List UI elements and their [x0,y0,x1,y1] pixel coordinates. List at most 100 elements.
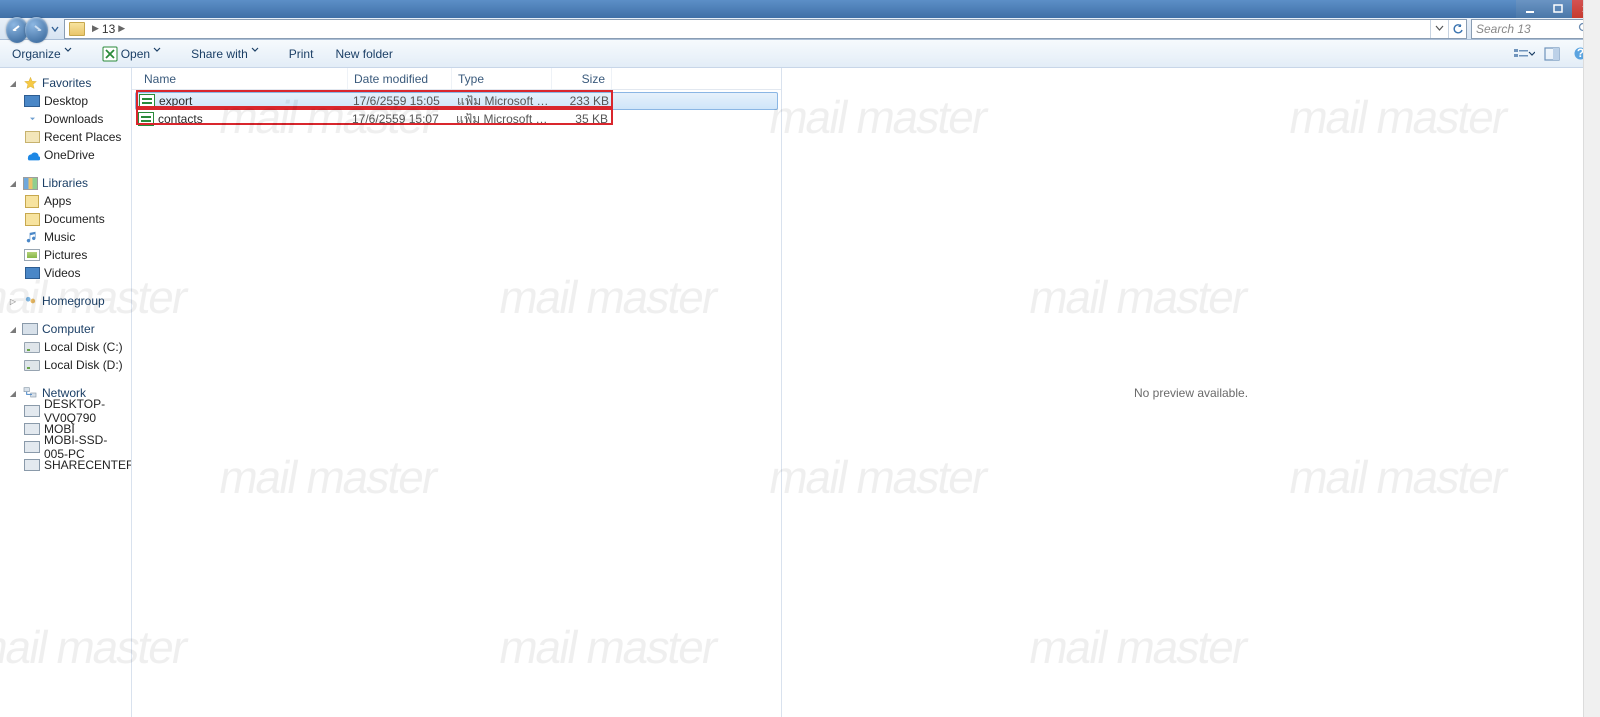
sidebar-item-label: Desktop [44,94,88,108]
maximize-icon [1553,4,1563,14]
expand-icon[interactable]: ▷ [8,296,18,306]
sidebar-homegroup[interactable]: ▷ Homegroup [0,292,131,310]
main-area: ◢ Favorites Desktop Downloads Recent Pla… [0,68,1600,717]
minimize-icon [1525,4,1535,14]
pc-icon [24,459,40,471]
search-input[interactable]: Search 13 [1471,19,1596,39]
preview-empty-text: No preview available. [1134,386,1248,400]
sidebar-item-local-disk-d[interactable]: Local Disk (D:) [0,356,131,374]
drive-icon [24,360,40,371]
print-button[interactable]: Print [285,40,318,67]
sidebar-item-network-pc[interactable]: DESKTOP-VV0Q790 [0,402,131,420]
column-header-name[interactable]: Name [138,68,348,89]
excel-file-icon [139,94,155,108]
sidebar-item-network-pc[interactable]: SHARECENTER1 [0,456,131,474]
nav-forward-button[interactable] [25,17,47,43]
preview-pane-button[interactable] [1540,43,1564,65]
sidebar-item-label: Documents [44,212,105,226]
view-options-button[interactable] [1512,43,1536,65]
collapse-icon[interactable]: ◢ [8,388,18,398]
sidebar-item-label: Downloads [44,112,103,126]
chevron-down-icon [1435,24,1444,33]
collapse-icon[interactable]: ◢ [8,178,18,188]
apps-icon [25,195,39,208]
sidebar-item-documents[interactable]: Documents [0,210,131,228]
file-size-cell: 233 KB [551,94,609,108]
sidebar-item-label: Music [44,230,75,244]
sidebar-item-label: Local Disk (D:) [44,358,123,372]
pc-icon [24,423,40,435]
print-label: Print [289,47,314,61]
chevron-down-icon [50,24,60,34]
vertical-scrollbar[interactable] [1583,0,1600,717]
view-icon [1513,47,1528,61]
folder-icon [69,22,85,36]
command-toolbar: Organize Open Share with Print New folde… [0,40,1600,68]
file-row[interactable]: export 17/6/2559 15:05 แฟ้ม Microsoft Ex… [135,92,778,110]
arrow-left-icon [10,17,24,31]
sidebar-computer-label: Computer [42,322,95,336]
refresh-button[interactable] [1448,20,1466,38]
sidebar-item-label: Apps [44,194,71,208]
open-button[interactable]: Open [98,40,173,67]
sidebar-favorites[interactable]: ◢ Favorites [0,74,131,92]
refresh-icon [1452,23,1464,35]
videos-icon [25,267,40,279]
sidebar-item-label: DESKTOP-VV0Q790 [44,397,127,425]
nav-history-dropdown[interactable] [50,23,60,35]
organize-label: Organize [12,47,61,61]
breadcrumb-sep-icon[interactable]: ▶ [118,23,125,34]
column-header-type[interactable]: Type [452,68,552,89]
address-breadcrumb[interactable]: ▶ 13 ▶ [64,19,1467,39]
sidebar-item-label: Videos [44,266,80,280]
chevron-down-icon [153,46,169,62]
sidebar-item-music[interactable]: Music [0,228,131,246]
excel-file-icon [138,112,154,126]
sidebar-computer[interactable]: ◢ Computer [0,320,131,338]
file-size-cell: 35 KB [550,112,608,126]
sidebar-item-network-pc[interactable]: MOBI-SSD-005-PC [0,438,131,456]
sidebar-item-pictures[interactable]: Pictures [0,246,131,264]
star-icon [22,75,38,91]
sidebar-item-apps[interactable]: Apps [0,192,131,210]
sidebar-item-recent-places[interactable]: Recent Places [0,128,131,146]
window-minimize-button[interactable] [1516,0,1544,18]
file-row[interactable]: contacts 17/6/2559 15:07 แฟ้ม Microsoft … [132,110,781,128]
column-header-date[interactable]: Date modified [348,68,452,89]
address-dropdown-button[interactable] [1430,20,1448,38]
sidebar-item-desktop[interactable]: Desktop [0,92,131,110]
preview-pane: No preview available. [782,68,1600,717]
arrow-right-icon [30,17,44,31]
share-with-menu[interactable]: Share with [187,40,271,67]
sidebar-item-videos[interactable]: Videos [0,264,131,282]
chevron-down-icon [251,46,267,62]
window-maximize-button[interactable] [1544,0,1572,18]
organize-menu[interactable]: Organize [8,40,84,67]
nav-buttons [0,15,60,43]
collapse-icon[interactable]: ◢ [8,78,18,88]
computer-icon [22,323,38,335]
address-bar-row: ▶ 13 ▶ Search 13 [0,18,1600,40]
sidebar-libraries-label: Libraries [42,176,88,190]
libraries-icon [23,177,38,190]
sidebar-item-label: Recent Places [44,130,121,144]
sidebar-item-label: Local Disk (C:) [44,340,123,354]
breadcrumb-sep-icon: ▶ [92,23,99,34]
sidebar-item-onedrive[interactable]: OneDrive [0,146,131,164]
window-titlebar [0,0,1600,18]
sidebar-libraries[interactable]: ◢ Libraries [0,174,131,192]
navigation-pane: ◢ Favorites Desktop Downloads Recent Pla… [0,68,132,717]
sidebar-item-local-disk-c[interactable]: Local Disk (C:) [0,338,131,356]
column-header-size[interactable]: Size [552,68,612,89]
open-label: Open [121,47,150,61]
onedrive-icon [24,147,40,163]
desktop-icon [24,95,40,107]
collapse-icon[interactable]: ◢ [8,324,18,334]
sidebar-favorites-label: Favorites [42,76,91,90]
new-folder-button[interactable]: New folder [331,40,396,67]
sidebar-item-label: MOBI-SSD-005-PC [44,433,127,461]
breadcrumb-current[interactable]: 13 [102,22,115,36]
sidebar-item-downloads[interactable]: Downloads [0,110,131,128]
file-name: contacts [158,112,203,126]
pc-icon [24,405,40,417]
